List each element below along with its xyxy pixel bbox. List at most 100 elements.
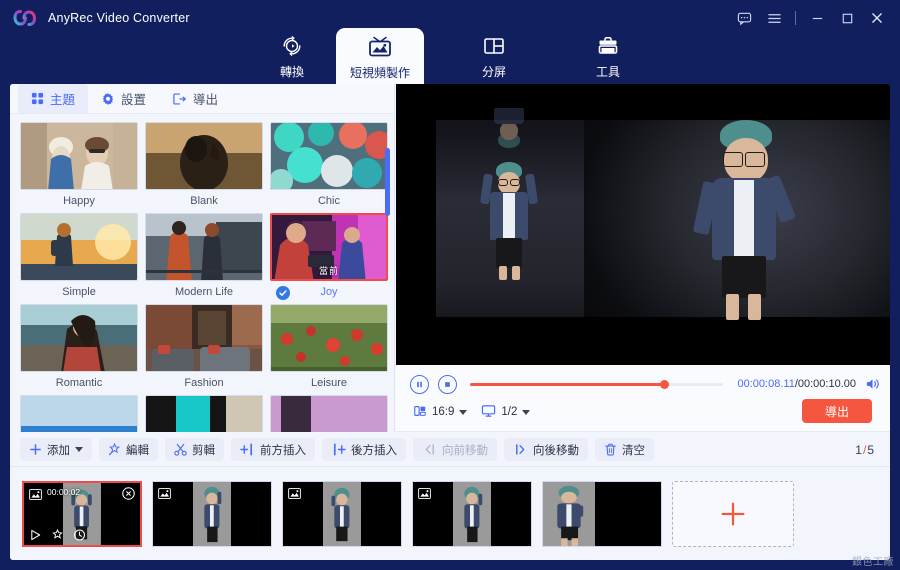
clip-thumbnail	[193, 482, 231, 546]
theme-thumbnail	[145, 395, 263, 432]
volume-speaker-icon[interactable]	[865, 377, 880, 391]
page-total: 5	[867, 442, 874, 457]
image-placeholder-icon	[418, 486, 431, 504]
theme-item-row4-c[interactable]	[270, 395, 388, 432]
theme-panel: 主題 設置 導出 Happy Blank Chic Simple Modern …	[10, 84, 395, 432]
nav-tab-convert[interactable]: 轉換	[248, 26, 336, 86]
theme-item-leisure[interactable]: Leisure	[270, 304, 388, 391]
storyboard-clip[interactable]	[412, 481, 532, 547]
theme-thumbnail	[145, 213, 263, 281]
scissors-icon	[174, 443, 187, 456]
theme-thumbnail	[20, 122, 138, 190]
clip-play-icon[interactable]	[29, 529, 42, 541]
preview-pane-left	[396, 84, 436, 365]
theme-label: Chic	[317, 195, 340, 207]
nav-tab-split-screen[interactable]: 分屏	[450, 26, 538, 86]
clip-remove-icon[interactable]	[122, 487, 135, 505]
move-forward-button[interactable]: 向後移動	[504, 438, 588, 461]
insert-after-icon	[331, 443, 346, 456]
image-placeholder-icon	[158, 486, 171, 504]
theme-item-happy[interactable]: Happy	[20, 122, 138, 209]
page-separator: /	[862, 442, 867, 457]
theme-thumbnail	[270, 304, 388, 372]
monitor-icon	[481, 404, 496, 421]
theme-grid-scroll[interactable]: Happy Blank Chic Simple Modern Life 當前 J…	[10, 114, 394, 432]
seek-slider[interactable]	[470, 377, 723, 391]
theme-item-chic[interactable]: Chic	[270, 122, 388, 209]
add-clip-button[interactable]	[672, 481, 794, 547]
theme-item-romantic[interactable]: Romantic	[20, 304, 138, 391]
export-button[interactable]: 導出	[802, 399, 872, 423]
trim-button[interactable]: 剪輯	[165, 438, 224, 461]
nav-tab-label: 分屏	[481, 64, 506, 79]
panel-tab-theme[interactable]: 主題	[18, 84, 89, 113]
toolbar-button-label: 編輯	[126, 444, 149, 457]
panel-tab-settings[interactable]: 設置	[88, 84, 159, 113]
magic-wand-icon	[108, 443, 121, 456]
storyboard-toolbar: 添加 編輯 剪輯 前方插入 後方插入 向前移動 向後移動 清空 1/5	[10, 433, 890, 467]
nav-tab-mv[interactable]: 短視頻製作	[336, 28, 424, 86]
clip-effects-star-icon[interactable]	[51, 529, 64, 541]
playback-time: 00:00:08.11/00:00:10.00	[738, 378, 856, 390]
toolbar-button-label: 剪輯	[192, 444, 215, 457]
pause-button[interactable]	[410, 374, 429, 394]
split-mode-selector[interactable]: 1/2	[478, 402, 533, 423]
theme-label: Fashion	[184, 377, 224, 389]
insert-after-button[interactable]: 後方插入	[322, 438, 406, 461]
move-backward-button[interactable]: 向前移動	[413, 438, 497, 461]
page-indicator: 1/5	[855, 443, 874, 457]
storyboard-clip[interactable]	[152, 481, 272, 547]
grid-dots-icon	[31, 92, 44, 105]
preview-character-reflection	[482, 108, 538, 148]
edit-button[interactable]: 編輯	[99, 438, 158, 461]
panel-tab-bar: 主題 設置 導出	[10, 84, 394, 114]
export-arrow-icon	[172, 92, 187, 106]
theme-scrollbar-thumb[interactable]	[385, 148, 390, 216]
theme-thumbnail	[270, 122, 388, 190]
theme-item-simple[interactable]: Simple	[20, 213, 138, 300]
theme-item-fashion[interactable]: Fashion	[145, 304, 263, 391]
toolbox-icon	[595, 33, 621, 59]
plus-icon	[29, 443, 42, 456]
clip-clock-icon[interactable]	[73, 529, 86, 541]
gear-icon	[101, 92, 115, 106]
mv-picture-icon	[366, 34, 394, 60]
video-preview[interactable]	[396, 84, 890, 365]
aspect-ratio-selector[interactable]: 16:9	[410, 402, 470, 423]
theme-label: Simple	[62, 286, 96, 298]
nav-tab-label: 轉換	[279, 64, 304, 79]
theme-item-row4-a[interactable]	[20, 395, 138, 432]
storyboard-clip[interactable]	[282, 481, 402, 547]
seek-handle[interactable]	[660, 379, 670, 389]
theme-item-joy[interactable]: 當前 Joy	[270, 213, 388, 300]
theme-item-row4-b[interactable]	[145, 395, 263, 432]
convert-circle-icon	[279, 33, 305, 59]
theme-label: Modern Life	[174, 286, 234, 298]
nav-tab-label: 短視頻製作	[349, 65, 410, 80]
add-button[interactable]: 添加	[20, 438, 92, 461]
toolbar-button-label: 向後移動	[533, 444, 579, 457]
toolbar-button-label: 前方插入	[260, 444, 306, 457]
theme-item-blank[interactable]: Blank	[145, 122, 263, 209]
player-controls: 00:00:08.11/00:00:10.00 16:9 1/2 導出	[396, 365, 890, 432]
panel-tab-export[interactable]: 導出	[159, 84, 231, 113]
divider	[795, 11, 796, 25]
panel-tab-label: 主題	[50, 93, 76, 107]
clear-all-button[interactable]: 清空	[595, 438, 654, 461]
clip-thumbnail	[543, 482, 595, 546]
preview-character-small	[472, 162, 546, 282]
stop-button[interactable]	[438, 374, 457, 394]
theme-thumbnail	[20, 304, 138, 372]
total-time: 00:00:10.00	[797, 378, 856, 390]
app-title: AnyRec Video Converter	[48, 11, 190, 25]
page-current: 1	[855, 442, 862, 457]
seek-progress	[470, 382, 665, 386]
nav-tab-toolbox[interactable]: 工具	[564, 26, 652, 86]
storyboard-clip[interactable]: 00:00:02	[22, 481, 142, 547]
theme-grid: Happy Blank Chic Simple Modern Life 當前 J…	[10, 114, 394, 432]
insert-before-button[interactable]: 前方插入	[231, 438, 315, 461]
theme-item-modern-life[interactable]: Modern Life	[145, 213, 263, 300]
toolbar-button-label: 添加	[47, 444, 70, 457]
clip-duration: 00:00:02	[47, 487, 81, 497]
storyboard-clip[interactable]	[542, 481, 662, 547]
